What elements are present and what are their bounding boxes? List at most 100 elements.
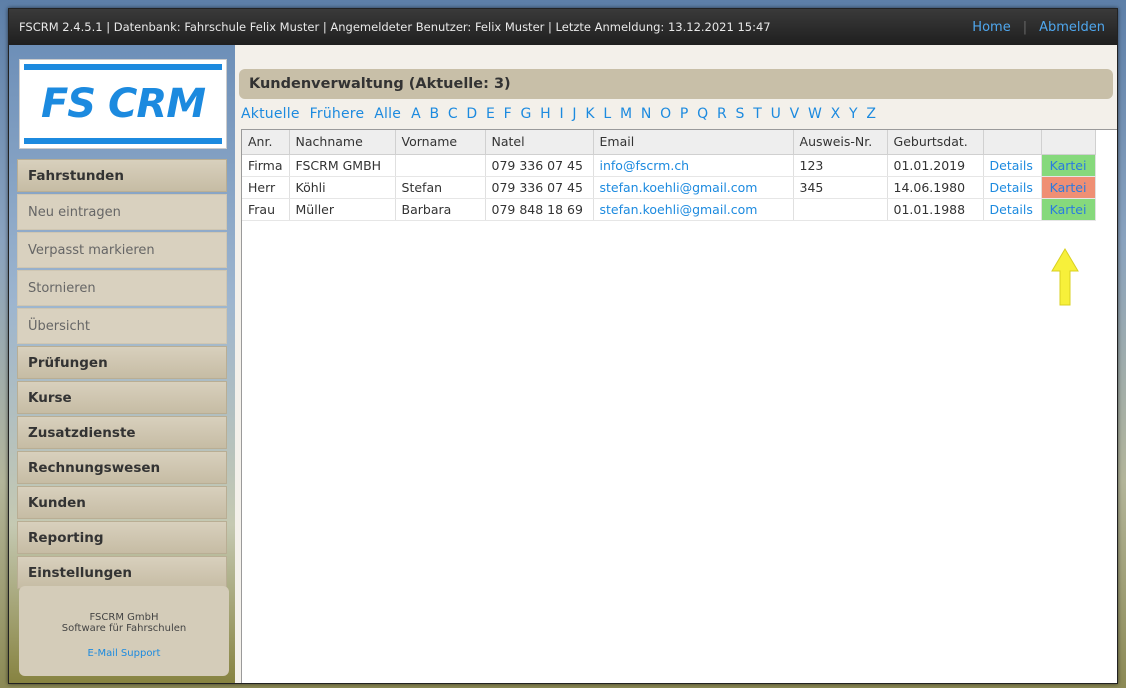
- sidebar-item-einstellungen[interactable]: Einstellungen: [17, 556, 227, 589]
- cell-anr: Firma: [242, 154, 290, 177]
- column-header[interactable]: [983, 130, 1042, 155]
- cell-anr: Herr: [242, 176, 290, 199]
- column-header[interactable]: Geburtsdat.: [887, 130, 984, 155]
- filter-aktuelle[interactable]: Aktuelle: [241, 106, 300, 122]
- letter-filter-n[interactable]: N: [641, 106, 652, 122]
- footer-company: FSCRM GmbH: [89, 612, 159, 623]
- app-window: FSCRM 2.4.5.1 | Datenbank: Fahrschule Fe…: [8, 8, 1118, 684]
- letter-filter-b[interactable]: B: [429, 106, 439, 122]
- table-header-row: Anr. Nachname Vorname Natel Email Ausweis-Nr.…: [242, 130, 1096, 155]
- home-link[interactable]: Home: [972, 20, 1010, 35]
- letter-filter-z[interactable]: Z: [866, 106, 876, 122]
- table-row: Firma FSCRM GMBH 079 336 07 45 info@fscrm.c…: [242, 154, 1096, 177]
- filter-alle[interactable]: Alle: [374, 106, 401, 122]
- column-header[interactable]: Email: [593, 130, 794, 155]
- letter-filter-a[interactable]: A: [411, 106, 421, 122]
- sidebar-item-verpasst-markieren[interactable]: Verpasst markieren: [17, 232, 227, 268]
- email-link[interactable]: info@fscrm.ch: [593, 154, 794, 177]
- sidebar-item-rechnungswesen[interactable]: Rechnungswesen: [17, 451, 227, 484]
- cell-natel: 079 848 18 69: [485, 198, 594, 221]
- letter-filter-r[interactable]: R: [717, 106, 727, 122]
- sidebar-item-prüfungen[interactable]: Prüfungen: [17, 346, 227, 379]
- column-header[interactable]: Nachname: [289, 130, 396, 155]
- filter-fr-here[interactable]: Frühere: [310, 106, 365, 122]
- letter-filter-j[interactable]: J: [572, 106, 576, 122]
- letter-filter-e[interactable]: E: [486, 106, 495, 122]
- cell-ausweis: 345: [793, 176, 888, 199]
- cell-ausweis: [793, 198, 888, 221]
- cell-nachname: FSCRM GMBH: [289, 154, 396, 177]
- cell-geburtsdat: 01.01.1988: [887, 198, 984, 221]
- table-body: Firma FSCRM GMBH 079 336 07 45 info@fscrm.c…: [242, 154, 1096, 221]
- table-row: Frau Müller Barbara 079 848 18 69 stefan.koe…: [242, 198, 1096, 221]
- sidebar-item-neu-eintragen[interactable]: Neu eintragen: [17, 194, 227, 230]
- kartei-button[interactable]: Kartei: [1041, 176, 1096, 199]
- table-row: Herr Köhli Stefan 079 336 07 45 stefan.koehl…: [242, 176, 1096, 199]
- sidebar-item-übersicht[interactable]: Übersicht: [17, 308, 227, 344]
- letter-filter-y[interactable]: Y: [849, 106, 858, 122]
- sidebar-nav: Fahrstunden Neu eintragen Verpasst markier…: [17, 159, 227, 591]
- sidebar-item-fahrstunden[interactable]: Fahrstunden: [17, 159, 227, 192]
- sidebar-item-stornieren[interactable]: Stornieren: [17, 270, 227, 306]
- cell-geburtsdat: 01.01.2019: [887, 154, 984, 177]
- column-header[interactable]: Anr.: [242, 130, 290, 155]
- letter-filter-h[interactable]: H: [540, 106, 551, 122]
- cell-ausweis: 123: [793, 154, 888, 177]
- app-logo[interactable]: FS CRM: [19, 59, 227, 149]
- up-arrow-icon: [1051, 248, 1079, 306]
- alphabet-filter: Aktuelle Frühere Alle A B C D E F G H I J K L M N O P Q R S T U…: [241, 106, 885, 122]
- cell-vorname: [395, 154, 486, 177]
- cell-vorname: Stefan: [395, 176, 486, 199]
- email-link[interactable]: stefan.koehli@gmail.com: [593, 198, 794, 221]
- logo-text: FS CRM: [40, 81, 206, 127]
- page-title: Kundenverwaltung (Aktuelle: 3): [239, 69, 1113, 99]
- column-header[interactable]: Natel: [485, 130, 594, 155]
- letter-filter-w[interactable]: W: [808, 106, 822, 122]
- letter-filter-d[interactable]: D: [466, 106, 477, 122]
- cell-vorname: Barbara: [395, 198, 486, 221]
- details-link[interactable]: Details: [983, 198, 1042, 221]
- cell-geburtsdat: 14.06.1980: [887, 176, 984, 199]
- sidebar-footer: FSCRM GmbH Software für Fahrschulen E-Ma…: [19, 586, 229, 676]
- letter-filter-g[interactable]: G: [521, 106, 532, 122]
- letter-filter-i[interactable]: I: [559, 106, 563, 122]
- column-header[interactable]: Ausweis-Nr.: [793, 130, 888, 155]
- letter-filter-t[interactable]: T: [753, 106, 762, 122]
- customer-table: Anr. Nachname Vorname Natel Email Ausweis-Nr.…: [242, 130, 1096, 221]
- main-content: Kundenverwaltung (Aktuelle: 3) Aktuelle F…: [235, 45, 1117, 683]
- separator: |: [1022, 19, 1028, 35]
- cell-nachname: Müller: [289, 198, 396, 221]
- session-info: FSCRM 2.4.5.1 | Datenbank: Fahrschule Fe…: [19, 20, 771, 34]
- sidebar-item-kurse[interactable]: Kurse: [17, 381, 227, 414]
- column-header[interactable]: [1041, 130, 1096, 155]
- letter-filter-p[interactable]: P: [680, 106, 689, 122]
- letter-filter-k[interactable]: K: [585, 106, 594, 122]
- letter-filter-l[interactable]: L: [603, 106, 611, 122]
- letter-filter-v[interactable]: V: [790, 106, 800, 122]
- sidebar-item-zusatzdienste[interactable]: Zusatzdienste: [17, 416, 227, 449]
- column-header[interactable]: Vorname: [395, 130, 486, 155]
- letter-filter-m[interactable]: M: [620, 106, 632, 122]
- letter-filter-x[interactable]: X: [831, 106, 841, 122]
- sidebar-item-reporting[interactable]: Reporting: [17, 521, 227, 554]
- letter-filter-o[interactable]: O: [660, 106, 671, 122]
- cell-natel: 079 336 07 45: [485, 176, 594, 199]
- letter-filter-s[interactable]: S: [736, 106, 745, 122]
- email-link[interactable]: stefan.koehli@gmail.com: [593, 176, 794, 199]
- details-link[interactable]: Details: [983, 176, 1042, 199]
- logo-bar-bottom: [24, 138, 222, 144]
- kartei-button[interactable]: Kartei: [1041, 154, 1096, 177]
- email-support-link[interactable]: E-Mail Support: [19, 648, 229, 659]
- sidebar-item-kunden[interactable]: Kunden: [17, 486, 227, 519]
- letter-filter-u[interactable]: U: [771, 106, 781, 122]
- customer-table-container: Anr. Nachname Vorname Natel Email Ausweis-Nr.…: [241, 129, 1117, 683]
- letter-filter-f[interactable]: F: [504, 106, 512, 122]
- logout-link[interactable]: Abmelden: [1039, 20, 1105, 35]
- details-link[interactable]: Details: [983, 154, 1042, 177]
- letter-filter-q[interactable]: Q: [697, 106, 708, 122]
- cell-natel: 079 336 07 45: [485, 154, 594, 177]
- cell-anr: Frau: [242, 198, 290, 221]
- letter-filter-c[interactable]: C: [448, 106, 458, 122]
- kartei-button[interactable]: Kartei: [1041, 198, 1096, 221]
- footer-tagline: Software für Fahrschulen: [61, 623, 187, 634]
